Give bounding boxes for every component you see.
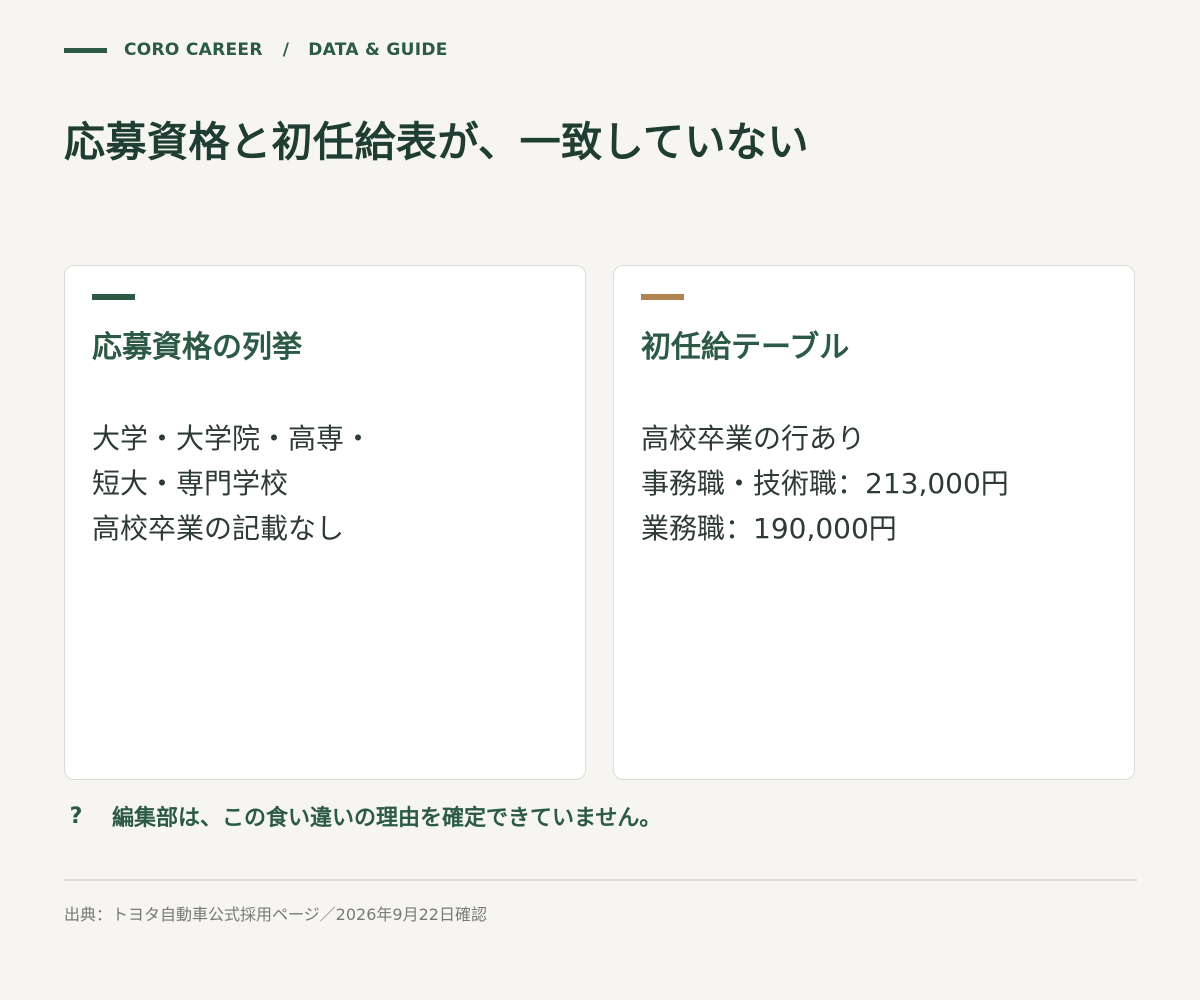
divider	[64, 879, 1137, 881]
editorial-note: ? 編集部は、この食い違いの理由を確定できていません。	[64, 800, 662, 832]
question-icon: ?	[69, 803, 83, 829]
card-line: 事務職・技術職：213,000円	[641, 467, 1009, 500]
salary-table-card: 初任給テーブル 高校卒業の行あり 事務職・技術職：213,000円 業務職：19…	[613, 265, 1135, 780]
breadcrumb: CORO CAREER / DATA & GUIDE	[64, 40, 448, 60]
eligibility-card: 応募資格の列挙 大学・大学院・高専・ 短大・専門学校 高校卒業の記載なし	[64, 265, 586, 780]
card-line: 高校卒業の行あり	[641, 422, 866, 455]
card-title: 応募資格の列挙	[92, 330, 302, 365]
page-title: 応募資格と初任給表が、一致していない	[64, 118, 809, 166]
card-accent-bar	[641, 294, 684, 300]
card-line: 短大・専門学校	[92, 467, 289, 500]
note-text: 編集部は、この食い違いの理由を確定できていません。	[112, 806, 662, 831]
card-title: 初任給テーブル	[641, 330, 850, 365]
card-line: 業務職：190,000円	[641, 512, 897, 545]
section-label[interactable]: DATA & GUIDE	[308, 40, 447, 60]
page: CORO CAREER / DATA & GUIDE 応募資格と初任給表が、一致…	[0, 0, 1200, 1000]
breadcrumb-separator: /	[282, 40, 290, 60]
card-body: 高校卒業の行あり 事務職・技術職：213,000円 業務職：190,000円	[641, 416, 1009, 551]
eyebrow-rule	[64, 47, 107, 53]
card-body: 大学・大学院・高専・ 短大・専門学校 高校卒業の記載なし	[92, 416, 372, 551]
card-accent-bar	[92, 294, 135, 300]
card-line: 高校卒業の記載なし	[92, 512, 345, 545]
source-citation: 出典：トヨタ自動車公式採用ページ／2026年9月22日確認	[64, 905, 487, 924]
card-line: 大学・大学院・高専・	[92, 422, 373, 455]
brand-label[interactable]: CORO CAREER	[124, 40, 263, 60]
